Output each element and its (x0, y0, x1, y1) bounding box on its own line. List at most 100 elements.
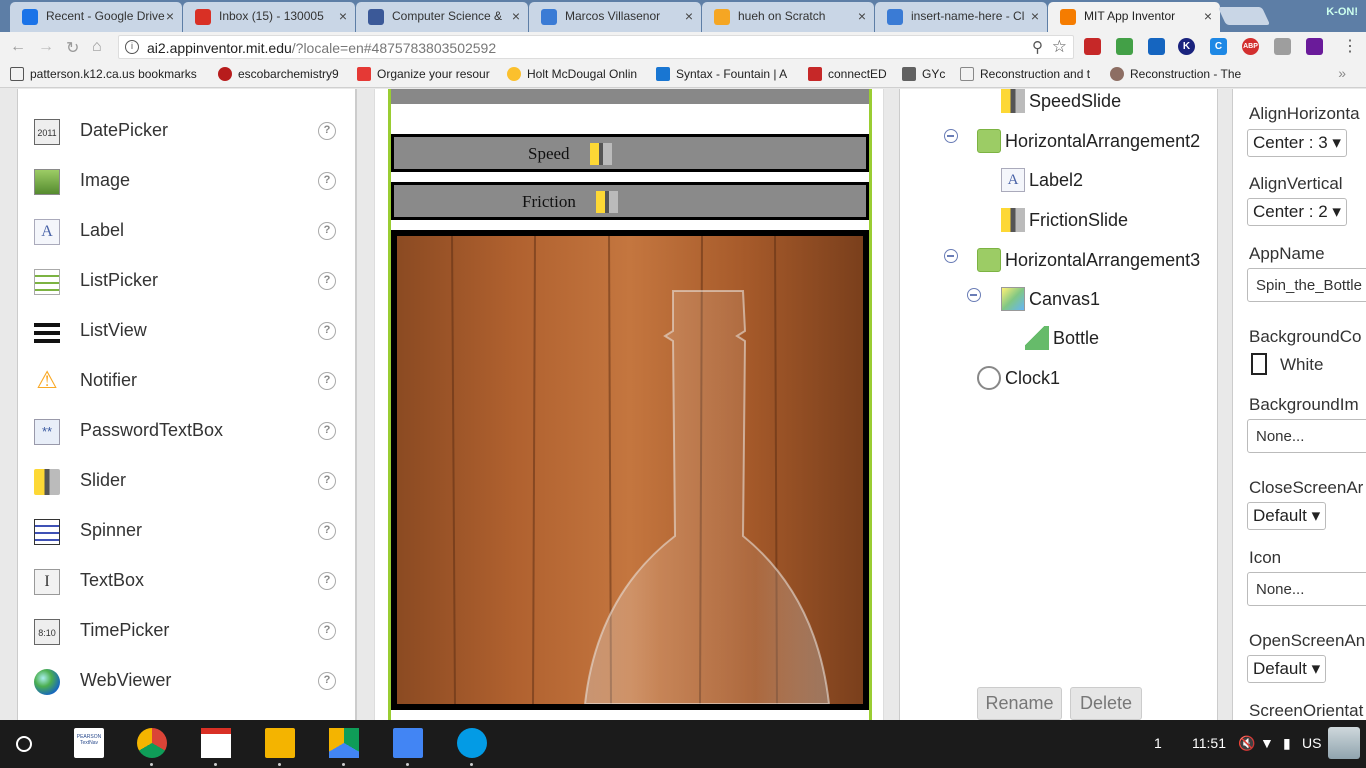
palette-item-listview[interactable]: ListView ? (18, 307, 358, 357)
help-icon[interactable]: ? (318, 272, 336, 290)
textnav-app-icon[interactable]: PEARSON TextNav (74, 728, 104, 758)
help-icon[interactable]: ? (318, 672, 336, 690)
bookmark-item[interactable]: Reconstruction - The (1110, 67, 1241, 81)
tab-gmail-inbox[interactable]: Inbox (15) - 130005 × (183, 2, 355, 32)
extension-gray-icon[interactable] (1274, 38, 1291, 55)
bookmark-star-icon[interactable]: ☆ (1052, 37, 1067, 57)
collapse-toggle-icon[interactable] (967, 288, 981, 302)
gmail-icon[interactable] (201, 728, 231, 758)
tab-mit-app-inventor[interactable]: MIT App Inventor × (1048, 2, 1220, 32)
friction-arrangement[interactable]: Friction (391, 182, 869, 220)
close-icon[interactable]: × (858, 8, 866, 24)
bookmarks-overflow-icon[interactable]: » (1338, 65, 1346, 81)
zoom-icon[interactable]: ⚲ (1032, 38, 1043, 56)
reload-icon[interactable]: ↻ (66, 38, 79, 58)
help-icon[interactable]: ? (318, 572, 336, 590)
close-icon[interactable]: × (339, 8, 347, 24)
forward-icon[interactable]: → (38, 38, 54, 56)
info-icon[interactable]: i (125, 40, 139, 54)
align-horizontal-select[interactable]: Center : 3 ▾ (1247, 129, 1347, 157)
tab-computer-science[interactable]: Computer Science & × (356, 2, 528, 32)
close-animation-select[interactable]: Default ▾ (1247, 502, 1327, 530)
canvas1-preview[interactable] (391, 230, 869, 710)
collapse-toggle-icon[interactable] (944, 129, 958, 143)
address-bar[interactable]: i ai2.appinventor.mit.edu/?locale=en#487… (118, 35, 1074, 59)
help-icon[interactable]: ? (318, 422, 336, 440)
ime-indicator[interactable]: US (1302, 735, 1321, 751)
chrome-icon[interactable] (137, 728, 167, 758)
palette-item-passwordtextbox[interactable]: ** PasswordTextBox ? (18, 407, 358, 457)
close-icon[interactable]: × (685, 8, 693, 24)
background-color-value[interactable]: White (1280, 355, 1323, 375)
wifi-icon[interactable]: ▼ (1260, 735, 1274, 751)
clock-time[interactable]: 11:51 (1192, 735, 1226, 751)
help-icon[interactable]: ? (318, 472, 336, 490)
bookmark-item[interactable]: connectED (808, 67, 887, 81)
menu-icon[interactable]: ⋮ (1342, 36, 1358, 56)
help-icon[interactable]: ? (318, 622, 336, 640)
palette-item-label[interactable]: A Label ? (18, 207, 358, 257)
align-vertical-select[interactable]: Center : 2 ▾ (1247, 198, 1347, 226)
help-icon[interactable]: ? (318, 172, 336, 190)
help-icon[interactable]: ? (318, 372, 336, 390)
bookmark-item[interactable]: Syntax - Fountain | A (656, 67, 787, 81)
palette-item-image[interactable]: Image ? (18, 157, 358, 207)
back-icon[interactable]: ← (10, 38, 26, 56)
bookmark-folder[interactable]: GYc (902, 67, 945, 81)
palette-item-slider[interactable]: Slider ? (18, 457, 358, 507)
mute-icon[interactable]: 🔇 (1238, 735, 1255, 752)
drive-icon[interactable] (329, 728, 359, 758)
bookmark-item[interactable]: patterson.k12.ca.us bookmarks (10, 67, 197, 81)
new-tab-button[interactable] (1217, 7, 1271, 25)
extension-c-icon[interactable]: C (1210, 38, 1227, 55)
avatar[interactable] (1328, 727, 1360, 759)
collapse-toggle-icon[interactable] (944, 249, 958, 263)
icon-input[interactable]: None... (1247, 572, 1366, 606)
palette-item-timepicker[interactable]: 8:10 TimePicker ? (18, 607, 358, 657)
close-icon[interactable]: × (1204, 8, 1212, 24)
open-animation-select[interactable]: Default ▾ (1247, 655, 1327, 683)
address-url[interactable]: ai2.appinventor.mit.edu/?locale=en#48757… (147, 40, 496, 56)
help-icon[interactable]: ? (318, 522, 336, 540)
tab-google-drive[interactable]: Recent - Google Drive × (10, 2, 182, 32)
home-icon[interactable]: ⌂ (92, 38, 102, 56)
background-image-input[interactable]: None... (1247, 419, 1366, 453)
bookmark-item[interactable]: Organize your resour (357, 67, 490, 81)
close-icon[interactable]: × (1031, 8, 1039, 24)
rename-button[interactable]: Rename (977, 687, 1062, 720)
help-icon[interactable]: ? (318, 322, 336, 340)
slider-icon[interactable] (590, 143, 612, 165)
adblock-icon[interactable]: ABP (1242, 38, 1259, 55)
tab-scratch[interactable]: hueh on Scratch × (702, 2, 874, 32)
tab-marcos-villasenor[interactable]: Marcos Villasenor × (529, 2, 701, 32)
launcher-icon[interactable] (16, 736, 32, 752)
palette-item-textbox[interactable]: I TextBox ? (18, 557, 358, 607)
help-icon[interactable]: ? (318, 222, 336, 240)
color-swatch[interactable] (1251, 353, 1267, 375)
close-icon[interactable]: × (512, 8, 520, 24)
palette-item-datepicker[interactable]: 2011 DatePicker ? (18, 107, 358, 157)
extension-purple-icon[interactable] (1306, 38, 1323, 55)
files-icon[interactable] (457, 728, 487, 758)
bookmark-item[interactable]: Reconstruction and t (960, 67, 1090, 81)
delete-button[interactable]: Delete (1070, 687, 1142, 720)
slides-icon[interactable] (265, 728, 295, 758)
palette-item-spinner[interactable]: Spinner ? (18, 507, 358, 557)
extension-k-icon[interactable]: K (1178, 38, 1195, 55)
appname-input[interactable]: Spin_the_Bottle (1247, 268, 1366, 302)
palette-item-webviewer[interactable]: WebViewer ? (18, 657, 358, 707)
docs-icon[interactable] (393, 728, 423, 758)
bookmark-item[interactable]: escobarchemistry9 (218, 67, 339, 81)
notification-count[interactable]: 1 (1154, 735, 1162, 751)
extension-book-icon[interactable] (1084, 38, 1101, 55)
palette-item-listpicker[interactable]: ListPicker ? (18, 257, 358, 307)
extension-camera-icon[interactable] (1148, 38, 1165, 55)
close-icon[interactable]: × (166, 8, 174, 24)
slider-icon[interactable] (596, 191, 618, 213)
palette-item-notifier[interactable]: ⚠ Notifier ? (18, 357, 358, 407)
battery-icon[interactable]: ▮ (1283, 735, 1291, 752)
extension-drive-icon[interactable] (1116, 38, 1133, 55)
tab-insert-name-here[interactable]: insert-name-here - Cl × (875, 2, 1047, 32)
bookmark-item[interactable]: Holt McDougal Onlin (507, 67, 637, 81)
help-icon[interactable]: ? (318, 122, 336, 140)
